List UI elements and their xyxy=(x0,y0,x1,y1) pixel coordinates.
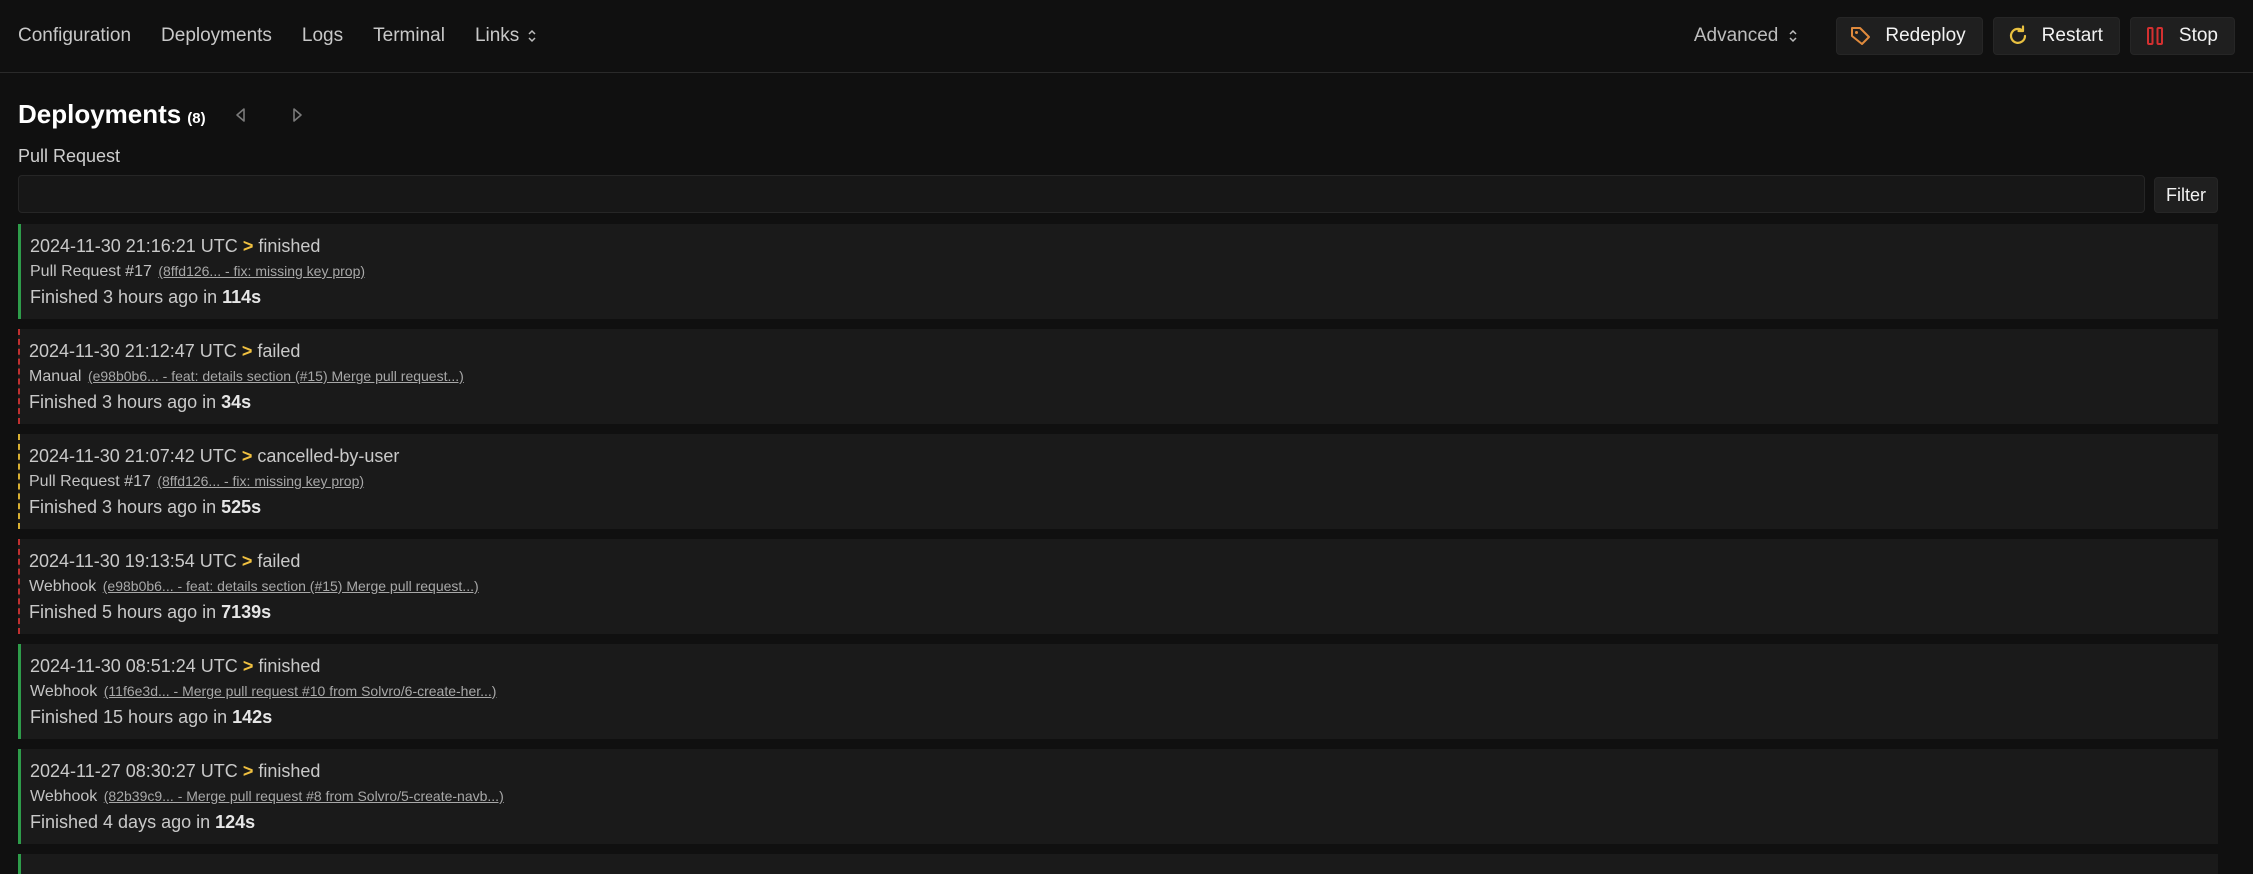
deployment-duration: 7139s xyxy=(221,602,272,622)
commit-link[interactable]: (e98b0b6... - feat: details section (#15… xyxy=(103,578,479,594)
deployment-timestamp: 2024-11-30 21:07:42 UTC xyxy=(29,446,237,466)
deployment-item[interactable]: 2024-11-30 19:13:54 UTC > failed Webhook … xyxy=(18,539,2218,634)
finished-text: Finished 15 hours ago in xyxy=(30,707,228,727)
deployment-item[interactable]: 2024-11-30 21:07:42 UTC > cancelled-by-u… xyxy=(18,434,2218,529)
pagination xyxy=(234,106,304,124)
restart-icon xyxy=(2009,25,2026,44)
links-label: Links xyxy=(474,25,520,46)
deployment-duration-line: Finished 4 days ago in 124s xyxy=(30,811,2218,833)
tab-deployments[interactable]: Deployments xyxy=(161,25,272,47)
deployment-header: 2024-11-30 21:16:21 UTC > finished xyxy=(30,235,2218,257)
deployment-timestamp: 2024-11-30 21:12:47 UTC xyxy=(29,341,237,361)
deployment-item[interactable]: 2024-11-30 21:16:21 UTC > finished Pull R… xyxy=(18,224,2218,319)
deployment-item[interactable]: 2024-11-30 08:51:24 UTC > finished Webhoo… xyxy=(18,644,2218,739)
deployment-source: Webhook (e98b0b6... - feat: details sect… xyxy=(29,575,2218,598)
deployment-trigger: Webhook xyxy=(29,578,97,595)
commit-link[interactable]: (e98b0b6... - feat: details section (#15… xyxy=(88,368,464,384)
advanced-dropdown[interactable]: Advanced xyxy=(1694,25,1799,47)
page-heading: Deployments (8) xyxy=(18,99,304,130)
chevron-right-icon: > xyxy=(242,761,254,781)
advanced-label: Advanced xyxy=(1693,25,1779,46)
deployment-timestamp: 2024-11-30 08:51:24 UTC xyxy=(30,656,238,676)
tab-terminal[interactable]: Terminal xyxy=(373,25,445,47)
chevron-right-icon: > xyxy=(242,236,254,256)
top-navigation: Configuration Deployments Logs Terminal … xyxy=(0,0,2253,73)
finished-text: Finished 3 hours ago in xyxy=(29,392,217,412)
deployment-status: finished xyxy=(258,656,321,676)
stop-label: Stop xyxy=(2178,25,2218,46)
restart-label: Restart xyxy=(2041,25,2103,46)
deployment-source: Webhook (82b39c9... - Merge pull request… xyxy=(30,785,2218,808)
links-dropdown[interactable]: Links xyxy=(475,25,537,47)
redeploy-label: Redeploy xyxy=(1885,25,1966,46)
deployment-header: 2024-11-30 08:51:24 UTC > finished xyxy=(30,655,2218,677)
deployment-duration-line: Finished 5 hours ago in 7139s xyxy=(29,601,2218,623)
deployment-status: failed xyxy=(257,341,301,361)
commit-link[interactable]: (8ffd126... - fix: missing key prop) xyxy=(157,473,364,489)
chevron-up-down-icon xyxy=(528,29,536,43)
deployment-status: failed xyxy=(257,551,301,571)
filter-input[interactable] xyxy=(18,175,2145,213)
pause-icon xyxy=(2146,27,2163,45)
deployment-timestamp: 2024-11-30 21:16:21 UTC xyxy=(30,236,238,256)
deployment-duration: 124s xyxy=(215,812,256,832)
deployment-duration: 525s xyxy=(221,497,262,517)
deployment-source: Pull Request #17 (8ffd126... - fix: miss… xyxy=(30,260,2218,283)
deployment-header: 2024-11-30 21:07:42 UTC > cancelled-by-u… xyxy=(29,445,2218,467)
chevron-right-icon: > xyxy=(241,551,253,571)
chevron-up-down-icon xyxy=(1789,29,1797,43)
deployment-duration-line: Finished 15 hours ago in 142s xyxy=(30,706,2218,728)
deployment-list: 2024-11-30 21:16:21 UTC > finished Pull R… xyxy=(18,224,2218,874)
deployment-source: Webhook (11f6e3d... - Merge pull request… xyxy=(30,680,2218,703)
finished-text: Finished 4 days ago in xyxy=(30,812,211,832)
previous-page-icon[interactable] xyxy=(234,106,248,124)
restart-button[interactable]: Restart xyxy=(1992,17,2120,55)
finished-text: Finished 5 hours ago in xyxy=(29,602,217,622)
tag-icon xyxy=(1851,27,1871,45)
commit-link[interactable]: (11f6e3d... - Merge pull request #10 fro… xyxy=(104,683,497,699)
deployment-source: Manual (e98b0b6... - feat: details secti… xyxy=(29,365,2218,388)
finished-text: Finished 3 hours ago in xyxy=(29,497,217,517)
stop-button[interactable]: Stop xyxy=(2129,17,2235,55)
deployment-status: finished xyxy=(258,236,321,256)
deployment-count: (8) xyxy=(187,110,206,127)
nav-tabs: Configuration Deployments Logs Terminal … xyxy=(18,25,537,47)
deployment-trigger: Pull Request #17 xyxy=(30,263,152,280)
chevron-right-icon: > xyxy=(241,341,253,361)
commit-link[interactable]: (82b39c9... - Merge pull request #8 from… xyxy=(104,788,504,804)
deployment-item[interactable]: 2024-11-27 08:30:27 UTC > finished Webhoo… xyxy=(18,749,2218,844)
deployment-item[interactable]: 2024-11-30 21:12:47 UTC > failed Manual (… xyxy=(18,329,2218,424)
deployment-duration-line: Finished 3 hours ago in 114s xyxy=(30,286,2218,308)
filter-label: Pull Request xyxy=(18,146,121,166)
deployment-timestamp: 2024-11-27 08:30:27 UTC xyxy=(30,761,238,781)
deployment-trigger: Webhook xyxy=(30,683,98,700)
deployment-header: 2024-11-27 08:30:27 UTC > finished xyxy=(30,760,2218,782)
finished-text: Finished 3 hours ago in xyxy=(30,287,218,307)
deployment-timestamp: 2024-11-30 19:13:54 UTC xyxy=(29,551,237,571)
deployment-header: 2024-11-30 19:13:54 UTC > failed xyxy=(29,550,2218,572)
tab-configuration[interactable]: Configuration xyxy=(18,25,131,47)
deployment-trigger: Manual xyxy=(29,368,82,385)
deployment-duration: 34s xyxy=(221,392,252,412)
deployment-status: finished xyxy=(258,761,321,781)
nav-actions: Advanced Redeploy Restart Stop xyxy=(1694,17,2235,55)
chevron-right-icon: > xyxy=(242,656,254,676)
commit-link[interactable]: (8ffd126... - fix: missing key prop) xyxy=(158,263,365,279)
chevron-right-icon: > xyxy=(241,446,253,466)
deployment-trigger: Webhook xyxy=(30,788,98,805)
deployment-duration-line: Finished 3 hours ago in 525s xyxy=(29,496,2218,518)
filter-button[interactable]: Filter xyxy=(2154,177,2218,213)
deployment-duration: 114s xyxy=(222,287,262,307)
deployment-trigger: Pull Request #17 xyxy=(29,473,151,490)
redeploy-button[interactable]: Redeploy xyxy=(1836,17,1983,55)
next-page-icon[interactable] xyxy=(290,106,304,124)
deployment-header: 2024-11-30 21:12:47 UTC > failed xyxy=(29,340,2218,362)
deployment-status: cancelled-by-user xyxy=(257,446,400,466)
deployment-duration-line: Finished 3 hours ago in 34s xyxy=(29,391,2218,413)
tab-logs[interactable]: Logs xyxy=(302,25,343,47)
deployment-item[interactable] xyxy=(18,854,2218,874)
deployment-source: Pull Request #17 (8ffd126... - fix: miss… xyxy=(29,470,2218,493)
deployment-duration: 142s xyxy=(232,707,273,727)
page-title: Deployments xyxy=(18,99,182,129)
